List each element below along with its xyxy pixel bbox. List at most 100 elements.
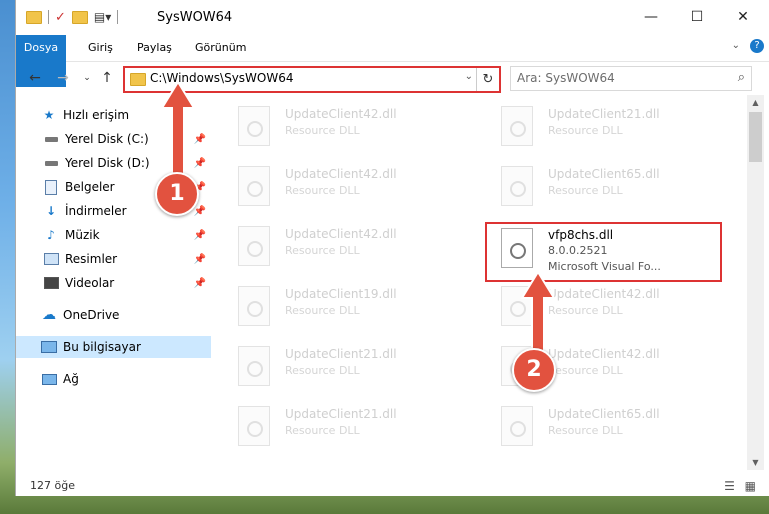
list-item[interactable]: UpdateClient42.dll Resource DLL — [221, 220, 451, 272]
divider — [117, 10, 119, 24]
videos-icon — [43, 275, 59, 291]
minimize-button[interactable]: — — [628, 4, 674, 30]
title-bar: ✓ ▤▾ SysWOW64 — ☐ ✕ — [16, 0, 769, 34]
nav-item-label: Hızlı erişim — [63, 108, 130, 122]
explorer-window: ✓ ▤▾ SysWOW64 — ☐ ✕ Dosya Giriş Paylaş G… — [15, 0, 769, 496]
cloud-icon: ☁ — [42, 307, 56, 323]
nav-item-label: Yerel Disk (C:) — [65, 132, 149, 146]
help-icon[interactable]: ? — [750, 39, 764, 53]
dll-file-icon — [501, 406, 533, 446]
file-description: Resource DLL — [285, 124, 360, 137]
search-input[interactable]: Ara: SysWOW64 — [517, 71, 615, 85]
nav-item-label: Ağ — [63, 372, 79, 386]
pin-icon[interactable]: 📌 — [194, 230, 206, 241]
list-item[interactable]: UpdateClient21.dll Resource DLL — [484, 100, 714, 152]
chevron-down-icon[interactable]: ⌄ — [465, 71, 473, 82]
star-icon: ★ — [43, 108, 55, 122]
nav-item-videos[interactable]: Videolar 📌 — [16, 272, 211, 294]
list-item[interactable]: UpdateClient42.dll Resource DLL — [221, 100, 451, 152]
file-description: Resource DLL — [285, 364, 360, 377]
file-description: Resource DLL — [548, 424, 623, 437]
forward-icon[interactable]: → — [54, 68, 72, 88]
file-name: UpdateClient21.dll — [285, 407, 397, 421]
dll-file-icon — [238, 166, 270, 206]
file-name: UpdateClient65.dll — [548, 407, 660, 421]
nav-item-this-pc[interactable]: Bu bilgisayar — [16, 336, 211, 358]
pin-icon[interactable]: 📌 — [194, 278, 206, 289]
nav-item-network[interactable]: Ağ — [16, 368, 211, 390]
download-icon: ↓ — [45, 204, 57, 218]
step-badge-2: 2 — [512, 348, 556, 392]
divider — [48, 10, 49, 24]
drive-icon — [43, 131, 59, 147]
list-item[interactable]: UpdateClient65.dll Resource DLL — [484, 160, 714, 212]
customize-icon[interactable]: ▤▾ — [94, 10, 111, 24]
dll-file-icon — [501, 106, 533, 146]
status-bar: 127 öğe ☰ ▦ — [16, 476, 769, 496]
search-icon[interactable]: ⌕ — [738, 70, 745, 85]
file-description: Resource DLL — [548, 124, 623, 137]
file-description: Resource DLL — [285, 244, 360, 257]
search-box[interactable]: Ara: SysWOW64 ⌕ — [510, 66, 752, 91]
nav-item-label: Müzik — [65, 228, 100, 242]
tab-home[interactable]: Giriş — [88, 35, 113, 61]
nav-item-pictures[interactable]: Resimler 📌 — [16, 248, 211, 270]
nav-item-label: Bu bilgisayar — [63, 340, 141, 354]
nav-item-label: Yerel Disk (D:) — [65, 156, 150, 170]
step-badge-1: 1 — [155, 172, 199, 216]
file-description: Resource DLL — [285, 304, 360, 317]
music-icon: ♪ — [47, 228, 55, 242]
nav-item-music[interactable]: ♪ Müzik 📌 — [16, 224, 211, 246]
list-item[interactable]: UpdateClient19.dll Resource DLL — [221, 280, 451, 332]
maximize-button[interactable]: ☐ — [674, 4, 720, 30]
dll-file-icon — [238, 226, 270, 266]
large-icons-view-icon[interactable]: ▦ — [745, 479, 756, 493]
navigation-bar: ← → ⌄ ↑ C:\Windows\SysWOW64 ⌄ ↻ Ara: Sys… — [16, 62, 769, 94]
pin-icon[interactable]: 📌 — [194, 254, 206, 265]
network-icon — [41, 371, 57, 387]
nav-item-label: Videolar — [65, 276, 115, 290]
refresh-icon[interactable]: ↻ — [476, 68, 499, 91]
file-description: Resource DLL — [285, 184, 360, 197]
details-view-icon[interactable]: ☰ — [724, 479, 735, 493]
ribbon-tabs: Dosya Giriş Paylaş Görünüm — [16, 35, 769, 87]
nav-item-label: İndirmeler — [65, 204, 127, 218]
folder-icon — [26, 10, 42, 24]
file-name: UpdateClient65.dll — [548, 167, 660, 181]
file-description: Resource DLL — [548, 184, 623, 197]
item-count: 127 öğe — [30, 479, 75, 492]
file-name: UpdateClient21.dll — [285, 347, 397, 361]
properties-icon[interactable]: ✓ — [55, 10, 66, 25]
documents-icon — [43, 179, 59, 195]
scroll-down-icon[interactable]: ▼ — [747, 455, 764, 470]
list-item[interactable]: UpdateClient65.dll Resource DLL — [484, 400, 714, 452]
scroll-thumb[interactable] — [749, 112, 762, 162]
file-name: UpdateClient42.dll — [285, 227, 397, 241]
up-icon[interactable]: ↑ — [98, 68, 116, 88]
file-name: UpdateClient19.dll — [285, 287, 397, 301]
nav-item-label: OneDrive — [63, 308, 120, 322]
dll-file-icon — [501, 166, 533, 206]
file-name: UpdateClient21.dll — [548, 107, 660, 121]
back-icon[interactable]: ← — [26, 68, 44, 88]
pictures-icon — [43, 251, 59, 267]
dll-file-icon — [238, 286, 270, 326]
dll-file-icon — [238, 346, 270, 386]
vertical-scrollbar[interactable]: ▲ ▼ — [747, 95, 764, 470]
drive-icon — [43, 155, 59, 171]
list-item[interactable]: UpdateClient21.dll Resource DLL — [221, 340, 451, 392]
close-button[interactable]: ✕ — [720, 4, 766, 30]
list-item[interactable]: UpdateClient42.dll Resource DLL — [221, 160, 451, 212]
expand-ribbon-icon[interactable]: ⌄ — [732, 40, 740, 51]
computer-icon — [41, 339, 57, 355]
list-item[interactable]: UpdateClient21.dll Resource DLL — [221, 400, 451, 452]
recent-locations-icon[interactable]: ⌄ — [78, 68, 96, 88]
folder-icon — [130, 73, 146, 86]
tab-share[interactable]: Paylaş — [137, 35, 172, 61]
new-folder-icon[interactable] — [71, 10, 88, 24]
scroll-up-icon[interactable]: ▲ — [747, 95, 764, 110]
nav-item-label: Resimler — [65, 252, 118, 266]
tab-view[interactable]: Görünüm — [195, 35, 246, 61]
nav-item-onedrive[interactable]: ☁ OneDrive — [16, 304, 211, 326]
view-toggle[interactable]: ☰ ▦ — [724, 479, 756, 493]
